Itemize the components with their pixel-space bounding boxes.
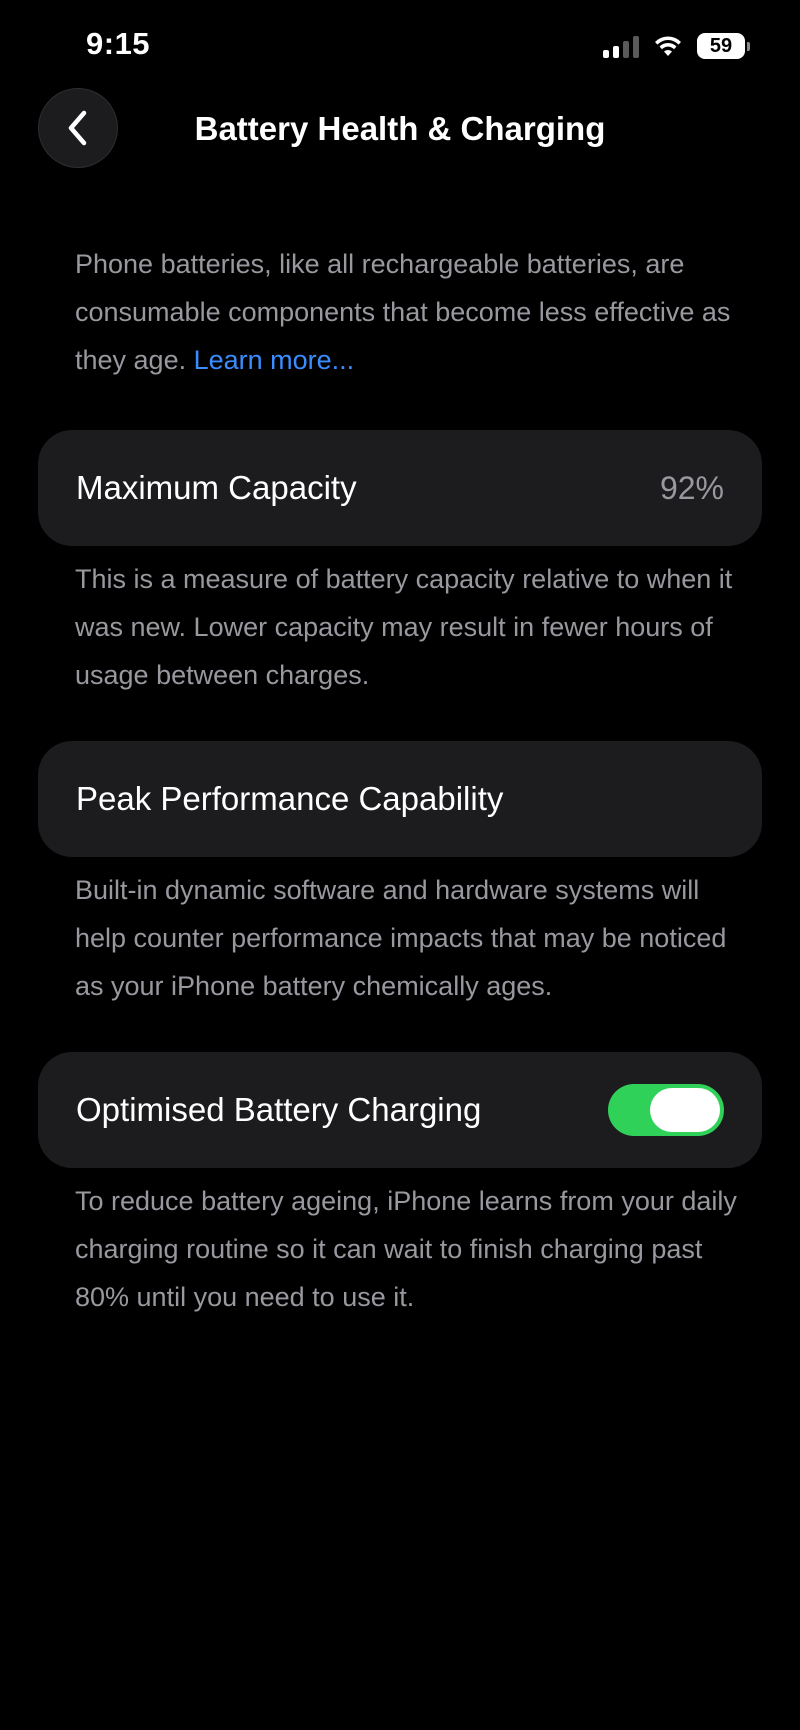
- maximum-capacity-row: Maximum Capacity 92%: [38, 430, 762, 546]
- status-icons: 59: [603, 30, 750, 62]
- cellular-signal-icon: [603, 34, 639, 58]
- battery-cap: [747, 41, 750, 51]
- peak-performance-footnote: Built-in dynamic software and hardware s…: [75, 875, 727, 1001]
- optimised-charging-toggle[interactable]: [608, 1084, 724, 1136]
- toggle-knob: [650, 1088, 720, 1132]
- peak-performance-label: Peak Performance Capability: [76, 780, 504, 817]
- optimised-charging-footnote: To reduce battery ageing, iPhone learns …: [75, 1186, 737, 1312]
- intro-text: Phone batteries, like all rechargeable b…: [75, 240, 735, 384]
- maximum-capacity-label: Maximum Capacity: [76, 469, 357, 506]
- learn-more-link[interactable]: Learn more...: [194, 345, 355, 375]
- optimised-charging-label: Optimised Battery Charging: [76, 1091, 482, 1128]
- battery-level: 59: [697, 33, 745, 59]
- intro-body: Phone batteries, like all rechargeable b…: [75, 249, 731, 375]
- maximum-capacity-value: 92%: [659, 469, 724, 506]
- wifi-icon: [653, 34, 683, 58]
- maximum-capacity-footnote: This is a measure of battery capacity re…: [75, 564, 733, 690]
- page-title: Battery Health & Charging: [194, 110, 606, 147]
- optimised-charging-row: Optimised Battery Charging: [38, 1052, 762, 1168]
- peak-performance-row[interactable]: Peak Performance Capability: [38, 741, 762, 857]
- status-bar: 9:15 59: [0, 0, 800, 90]
- battery-icon: 59: [697, 33, 750, 59]
- status-time: 9:15: [86, 26, 151, 61]
